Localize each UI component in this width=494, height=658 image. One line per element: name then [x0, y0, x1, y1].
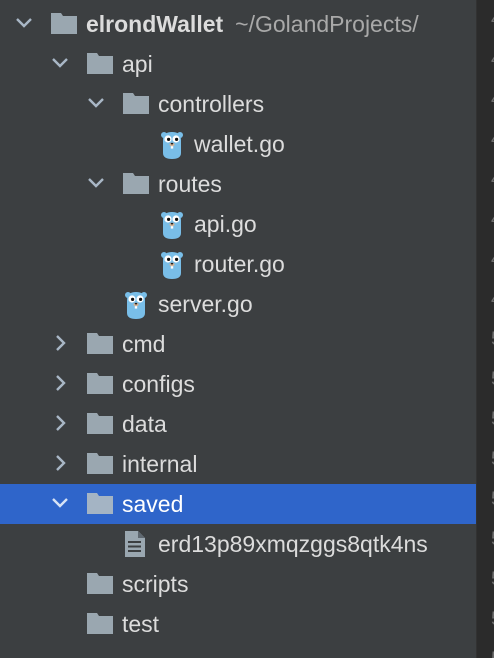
chevron-down-icon[interactable] [48, 491, 72, 515]
go-gopher-icon [125, 292, 147, 319]
tree-row-api-go[interactable]: api.go [0, 204, 476, 244]
tree-item-label: controllers [158, 91, 265, 117]
folder-icon [123, 173, 149, 194]
tree-item-label: server.go [158, 291, 253, 317]
tree-item-label: test [122, 611, 160, 637]
chevron-right-icon[interactable] [48, 451, 72, 475]
line-number: 5 [477, 600, 494, 640]
tree-row-routes[interactable]: routes [0, 164, 476, 204]
chevron-down-icon[interactable] [12, 11, 36, 35]
line-number: 5 [477, 480, 494, 520]
folder-icon [87, 373, 113, 394]
folder-icon [87, 613, 113, 634]
go-gopher-icon [161, 132, 183, 159]
tree-row-saved[interactable]: saved [0, 484, 476, 524]
line-number: 5 [477, 440, 494, 480]
chevron-right-icon[interactable] [48, 371, 72, 395]
tree-row-router-go[interactable]: router.go [0, 244, 476, 284]
tree-row-data[interactable]: data [0, 404, 476, 444]
line-number: 5 [477, 320, 494, 360]
chevron-down-icon[interactable] [84, 91, 108, 115]
project-path: ~/GolandProjects/ [235, 11, 419, 37]
tree-row-root[interactable]: elrondWallet ~/GolandProjects/ [0, 4, 476, 44]
tree-row-wallet-go[interactable]: wallet.go [0, 124, 476, 164]
folder-icon [123, 93, 149, 114]
tree-row-internal[interactable]: internal [0, 444, 476, 484]
folder-icon [87, 53, 113, 74]
project-name: elrondWallet [86, 11, 224, 37]
line-number: 4 [477, 160, 494, 200]
line-number: 4 [477, 40, 494, 80]
tree-item-label: erd13p89xmqzggs8qtk4ns [158, 531, 428, 557]
project-root: elrondWallet ~/GolandProjects/ [86, 4, 419, 44]
line-number: 5 [477, 520, 494, 560]
tree-item-label: saved [122, 491, 184, 517]
line-number: 4 [477, 200, 494, 240]
line-number: 5 [477, 400, 494, 440]
line-number: 5 [477, 560, 494, 600]
tree-item-label: data [122, 411, 167, 437]
chevron-down-icon[interactable] [48, 51, 72, 75]
chevron-down-icon[interactable] [84, 171, 108, 195]
tree-item-label: scripts [122, 571, 189, 597]
line-number: 4 [477, 240, 494, 280]
tree-row-cmd[interactable]: cmd [0, 324, 476, 364]
folder-icon [87, 333, 113, 354]
tree-row-text-file[interactable]: erd13p89xmqzggs8qtk4ns [0, 524, 476, 564]
tree-item-label: api [122, 51, 153, 77]
tree-item-label: routes [158, 171, 222, 197]
line-number: 4 [477, 0, 494, 40]
tree-item-label: internal [122, 451, 198, 477]
text-file-icon [125, 531, 145, 557]
tree-item-label: router.go [194, 251, 285, 277]
tree-row-controllers[interactable]: controllers [0, 84, 476, 124]
line-number: 5 [477, 360, 494, 400]
folder-icon [87, 413, 113, 434]
tree-row-api[interactable]: api [0, 44, 476, 84]
folder-icon [51, 13, 77, 34]
folder-icon [87, 453, 113, 474]
folder-icon [87, 573, 113, 594]
go-gopher-icon [161, 252, 183, 279]
tree-row-configs[interactable]: configs [0, 364, 476, 404]
tree-row-scripts[interactable]: scripts [0, 564, 476, 604]
project-tree: elrondWallet ~/GolandProjects/ api contro… [0, 4, 476, 658]
chevron-right-icon[interactable] [48, 411, 72, 435]
folder-icon [87, 493, 113, 514]
tree-row-server-go[interactable]: server.go [0, 284, 476, 324]
tree-item-label: configs [122, 371, 195, 397]
line-number: 4 [477, 120, 494, 160]
tree-item-label: wallet.go [194, 131, 285, 157]
chevron-right-icon[interactable] [48, 331, 72, 355]
line-number: 4 [477, 280, 494, 320]
tree-item-label: cmd [122, 331, 166, 357]
editor-line-gutter: 4 4 4 4 4 4 4 4 5 5 5 5 5 5 5 5 5 [476, 0, 494, 658]
go-gopher-icon [161, 212, 183, 239]
line-number: 5 [477, 640, 494, 658]
tree-item-label: api.go [194, 211, 257, 237]
line-number: 4 [477, 80, 494, 120]
tree-row-test[interactable]: test [0, 604, 476, 644]
